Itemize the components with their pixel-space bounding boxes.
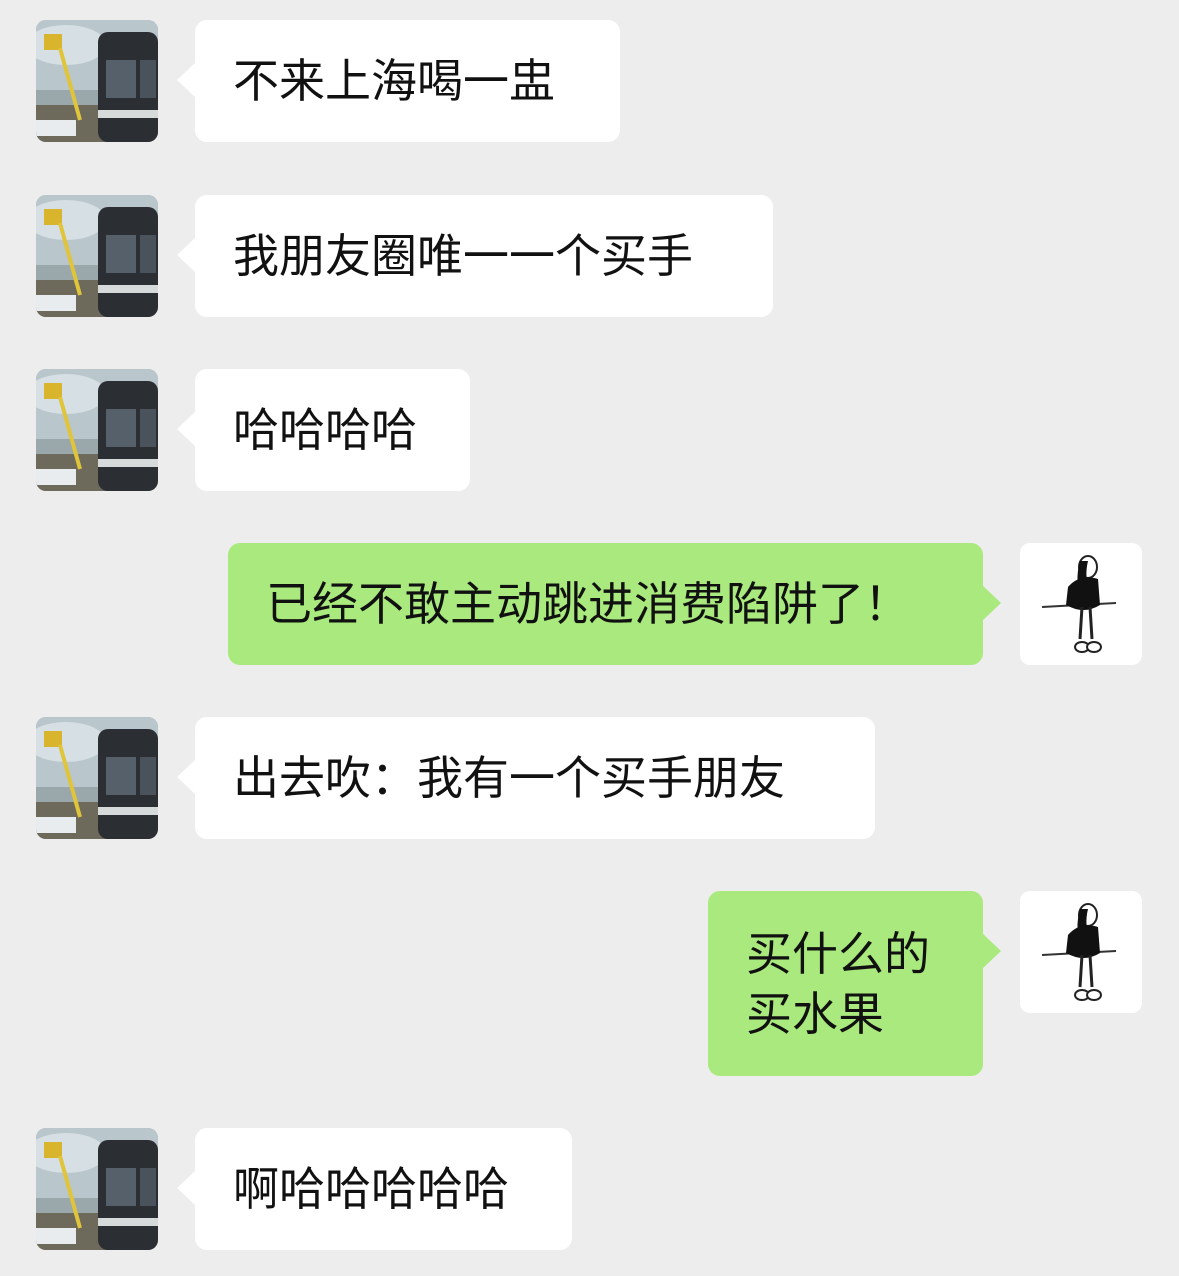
girl-sketch-avatar-icon bbox=[1020, 543, 1142, 665]
girl-sketch-avatar-icon bbox=[1020, 891, 1142, 1013]
bus-photo-avatar-icon bbox=[36, 195, 158, 317]
outgoing-message-bubble[interactable]: 买什么的 买水果 bbox=[708, 891, 1001, 1076]
incoming-message-bubble[interactable]: 不来上海喝一盅 bbox=[177, 20, 620, 142]
bus-photo-avatar-icon bbox=[36, 20, 158, 142]
incoming-message-bubble[interactable]: 我朋友圈唯一一个买手 bbox=[177, 195, 773, 317]
incoming-message-bubble[interactable]: 哈哈哈哈 bbox=[177, 369, 470, 491]
friend-avatar[interactable] bbox=[36, 195, 158, 317]
bus-photo-avatar-icon bbox=[36, 717, 158, 839]
outgoing-message-bubble[interactable]: 已经不敢主动跳进消费陷阱了！ bbox=[228, 543, 1001, 665]
incoming-message-bubble[interactable]: 出去吹：我有一个买手朋友 bbox=[177, 717, 875, 839]
incoming-message-bubble[interactable]: 啊哈哈哈哈哈 bbox=[177, 1128, 572, 1250]
friend-avatar[interactable] bbox=[36, 20, 158, 142]
friend-avatar[interactable] bbox=[36, 369, 158, 491]
bus-photo-avatar-icon bbox=[36, 1128, 158, 1250]
friend-avatar[interactable] bbox=[36, 1128, 158, 1250]
bus-photo-avatar-icon bbox=[36, 369, 158, 491]
my-avatar[interactable] bbox=[1020, 891, 1142, 1013]
friend-avatar[interactable] bbox=[36, 717, 158, 839]
my-avatar[interactable] bbox=[1020, 543, 1142, 665]
